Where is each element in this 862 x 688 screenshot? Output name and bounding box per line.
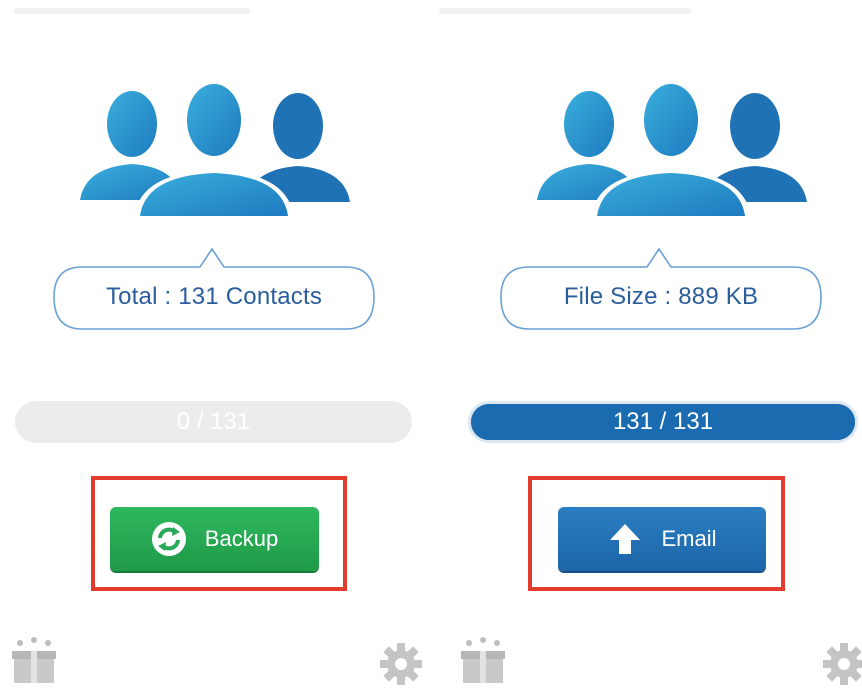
- gear-icon[interactable]: [378, 641, 424, 687]
- progress-text: 131 / 131: [612, 408, 714, 435]
- backup-panel: Total : 131 Contacts 0 / 131 Backup: [0, 0, 431, 688]
- contacts-count-bubble: Total : 131 Contacts: [52, 243, 376, 335]
- backup-button-label: Backup: [204, 526, 279, 551]
- email-button-label: Email: [661, 526, 717, 551]
- file-size-text: File Size : 889 KB: [563, 283, 759, 310]
- gift-box-icon[interactable]: [8, 635, 60, 685]
- upload-arrow-icon: [610, 524, 641, 554]
- contacts-group-icon: [537, 82, 807, 218]
- progress-text: 0 / 131: [176, 408, 251, 435]
- email-button[interactable]: Email: [558, 507, 766, 571]
- email-progress-bar: 131 / 131: [468, 401, 858, 443]
- gift-box-icon[interactable]: [457, 635, 509, 685]
- file-size-bubble: File Size : 889 KB: [499, 243, 823, 335]
- backup-button[interactable]: Backup: [110, 507, 319, 571]
- gear-icon[interactable]: [821, 641, 862, 687]
- contacts-total-text: Total : 131 Contacts: [105, 283, 323, 310]
- contacts-group-icon: [80, 82, 350, 218]
- backup-progress-bar: 0 / 131: [15, 401, 412, 443]
- status-bar-fragment: [14, 8, 250, 14]
- status-bar-fragment: [439, 8, 691, 14]
- refresh-icon: [151, 522, 186, 556]
- email-panel: File Size : 889 KB 131 / 131 Email: [431, 0, 862, 688]
